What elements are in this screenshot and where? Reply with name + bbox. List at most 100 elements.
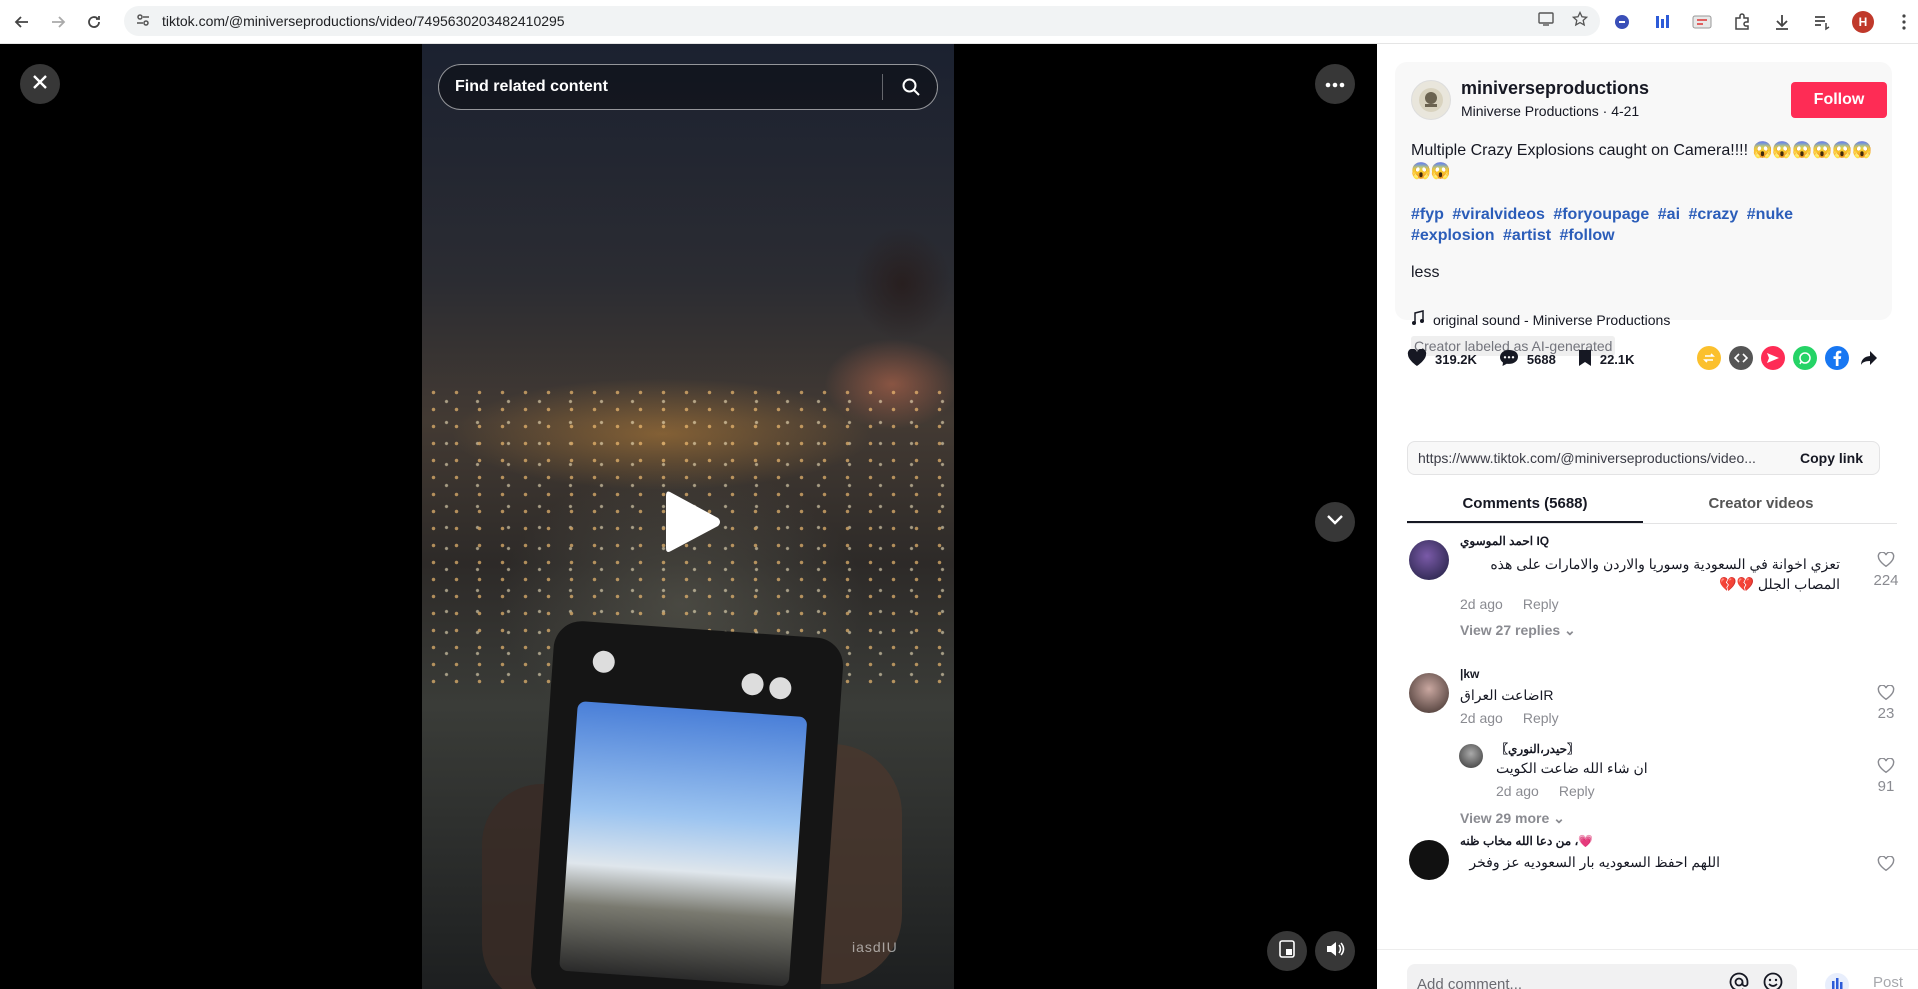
avatar[interactable] (1459, 744, 1483, 768)
copy-link-button[interactable]: Copy link (1800, 450, 1863, 466)
hashtag-link[interactable]: #follow (1560, 227, 1615, 244)
follow-button[interactable]: Follow (1791, 82, 1887, 118)
post-date: 4-21 (1611, 103, 1640, 119)
view-more-replies-button[interactable]: View 29 more ⌄ (1460, 810, 1565, 827)
comment-meta: 2d ago Reply (1496, 783, 1595, 799)
comment-time: 2d ago (1460, 596, 1503, 612)
hashtag-link[interactable]: #explosion (1411, 227, 1495, 244)
download-icon[interactable] (1772, 12, 1792, 32)
comment-like[interactable]: 224 (1866, 551, 1906, 589)
comment-author[interactable]: من دعا الله مخاب ظنه ،💗 (1460, 834, 1593, 848)
comment-text: ان شاء الله ضاعت الكويت (1496, 760, 1648, 776)
close-video-button[interactable] (20, 64, 60, 104)
floating-player-button[interactable] (1267, 931, 1307, 971)
mention-icon[interactable] (1729, 972, 1749, 989)
cast-icon[interactable] (1538, 11, 1554, 31)
embed-icon[interactable] (1729, 346, 1753, 370)
profile-avatar[interactable]: H (1852, 11, 1874, 33)
hashtag-list: #fyp #viralvideos #foryoupage #ai #crazy… (1411, 204, 1881, 246)
creator-avatar[interactable] (1411, 80, 1451, 120)
heart-outline-icon (1877, 855, 1895, 876)
next-video-button[interactable] (1315, 502, 1355, 542)
voice-assist-icon[interactable] (1824, 972, 1850, 989)
more-options-button[interactable] (1315, 64, 1355, 104)
comment-list: احمد الموسوي IQ تعزي اخوانة في السعودية … (1377, 534, 1918, 954)
repost-icon[interactable] (1697, 346, 1721, 370)
tab-creator-videos[interactable]: Creator videos (1643, 484, 1879, 523)
comment-time: 2d ago (1496, 783, 1539, 799)
comment-author[interactable]: 〖حيدر،النوري〗 (1496, 740, 1579, 757)
hashtag-link[interactable]: #viralvideos (1452, 206, 1545, 223)
extension-video-icon[interactable] (1692, 12, 1712, 32)
post-description: Multiple Crazy Explosions caught on Came… (1411, 142, 1873, 180)
extension-shield-icon[interactable] (1612, 12, 1632, 32)
video-player[interactable]: iasdIU Find related content (0, 44, 1377, 989)
comment-text: ضاعت العراقIR (1460, 687, 1554, 703)
avatar[interactable] (1409, 673, 1449, 713)
share-arrow-icon[interactable] (1857, 346, 1881, 370)
reload-icon[interactable] (80, 8, 108, 36)
post-comment-button[interactable]: Post (1873, 974, 1903, 989)
extension-bars-icon[interactable] (1652, 12, 1672, 32)
hashtag-link[interactable]: #fyp (1411, 206, 1444, 223)
sound-link[interactable]: original sound - Miniverse Productions (1411, 310, 1670, 329)
facebook-icon[interactable] (1825, 346, 1849, 370)
whatsapp-icon[interactable] (1793, 346, 1817, 370)
hashtag-link[interactable]: #foryoupage (1553, 206, 1649, 223)
comment-author[interactable]: |kw (1460, 667, 1479, 681)
comment-like[interactable]: 91 (1866, 757, 1906, 795)
hashtag-link[interactable]: #nuke (1747, 206, 1793, 223)
address-bar[interactable]: tiktok.com/@miniverseproductions/video/7… (124, 6, 1600, 36)
forward-icon[interactable] (44, 8, 72, 36)
comment-input[interactable]: Add comment... (1407, 964, 1797, 989)
reply-button[interactable]: Reply (1559, 783, 1595, 799)
media-controls-icon[interactable] (1812, 12, 1832, 32)
hashtag-link[interactable]: #ai (1658, 206, 1680, 223)
search-icon[interactable] (895, 71, 927, 103)
emoji-icon[interactable] (1763, 972, 1783, 989)
tab-comments[interactable]: Comments (5688) (1407, 484, 1643, 523)
music-note-icon (1411, 310, 1425, 329)
heart-outline-icon (1877, 551, 1895, 572)
video-phone (529, 619, 845, 989)
comment-text: تعزي اخوانة في السعودية وسوريا والاردن و… (1490, 556, 1840, 592)
speaker-icon (1325, 940, 1345, 963)
avatar[interactable] (1409, 840, 1449, 880)
creator-username[interactable]: miniverseproductions (1461, 78, 1649, 99)
less-toggle[interactable]: less (1411, 264, 1439, 282)
site-settings-icon[interactable] (130, 12, 156, 31)
chevron-down-icon (1326, 513, 1344, 531)
comment-placeholder[interactable]: Add comment... (1417, 976, 1729, 989)
share-link-text[interactable]: https://www.tiktok.com/@miniverseproduct… (1418, 450, 1788, 466)
extensions-puzzle-icon[interactable] (1732, 12, 1752, 32)
chevron-down-icon: ⌄ (1553, 810, 1565, 826)
view-replies-button[interactable]: View 27 replies ⌄ (1460, 622, 1576, 639)
bookmark-star-icon[interactable] (1571, 10, 1589, 31)
close-icon (32, 74, 48, 95)
save-action[interactable]: 22.1K (1578, 349, 1635, 370)
heart-icon (1407, 348, 1427, 370)
browser-menu-icon[interactable] (1894, 12, 1914, 32)
find-related-search[interactable]: Find related content (438, 64, 938, 110)
hashtag-link[interactable]: #crazy (1688, 206, 1738, 223)
send-to-friends-icon[interactable] (1761, 346, 1785, 370)
sound-title[interactable]: original sound - Miniverse Productions (1433, 312, 1670, 328)
like-action[interactable]: 319.2K (1407, 348, 1477, 370)
comment-author[interactable]: احمد الموسوي IQ (1460, 534, 1549, 548)
creator-display-name[interactable]: Miniverse Productions (1461, 103, 1599, 119)
search-input[interactable]: Find related content (455, 78, 882, 96)
comment-action[interactable]: 5688 (1499, 349, 1556, 370)
comment-like[interactable] (1866, 855, 1906, 876)
comment-text: اللهم احفظ السعوديه بار السعوديه عز وفخر (1469, 854, 1720, 870)
reply-button[interactable]: Reply (1523, 596, 1559, 612)
comment-icon (1499, 349, 1519, 370)
volume-button[interactable] (1315, 931, 1355, 971)
play-button[interactable] (660, 484, 726, 560)
share-link-box: https://www.tiktok.com/@miniverseproduct… (1407, 441, 1880, 475)
url-text[interactable]: tiktok.com/@miniverseproductions/video/7… (162, 13, 565, 29)
back-icon[interactable] (8, 8, 36, 36)
reply-button[interactable]: Reply (1523, 710, 1559, 726)
avatar[interactable] (1409, 540, 1449, 580)
hashtag-link[interactable]: #artist (1503, 227, 1551, 244)
comment-like[interactable]: 23 (1866, 684, 1906, 722)
